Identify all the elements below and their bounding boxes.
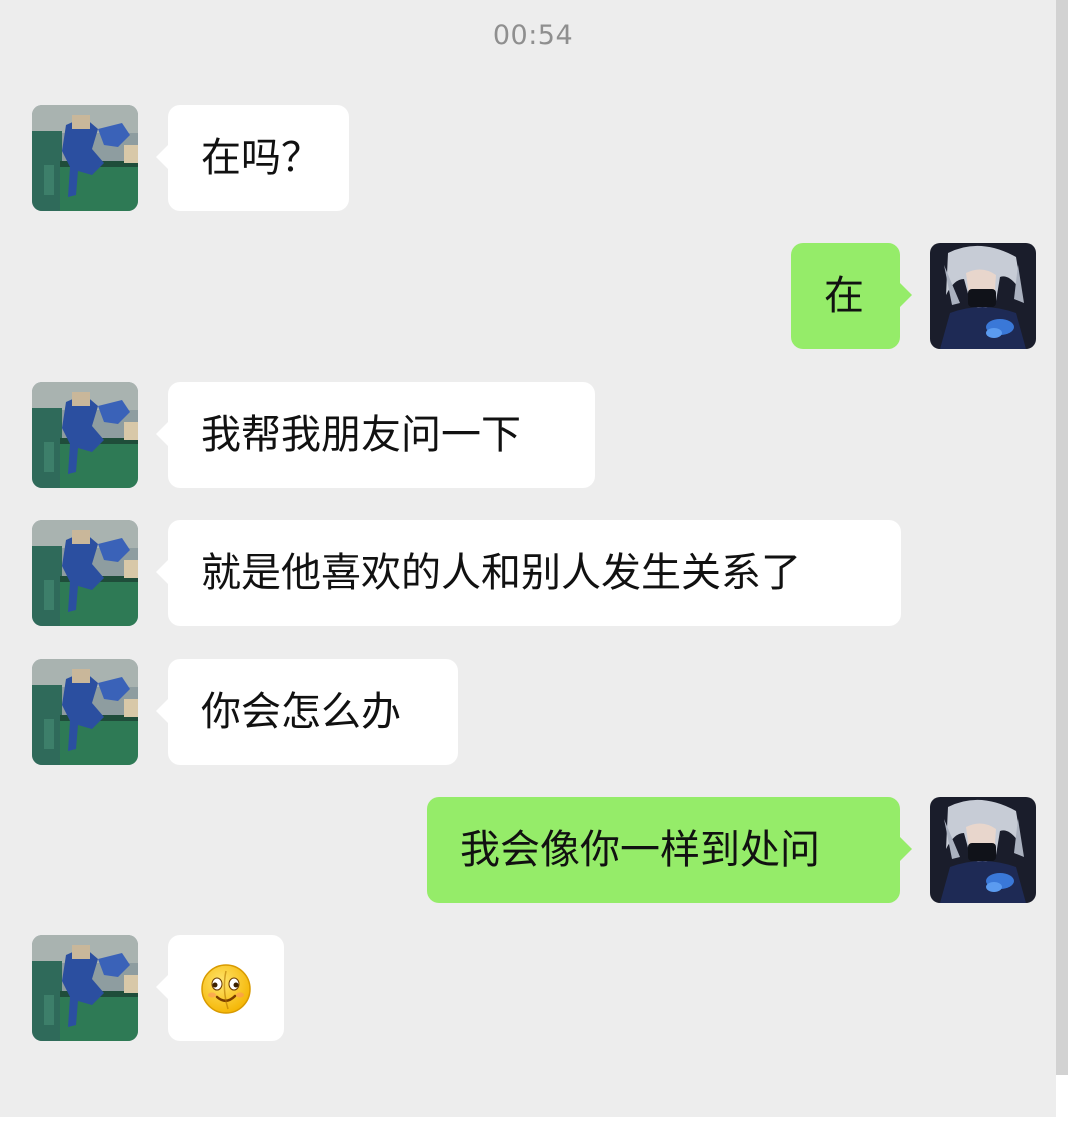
friend-avatar-image xyxy=(32,935,138,1041)
message-text: 我帮我朋友问一下 xyxy=(201,412,521,458)
message-text: 在 xyxy=(824,273,864,319)
chat-area[interactable]: 00:54 在吗？ 在 我帮我朋友问一下 就是他喜欢的人和别人发生关系了 你会怎… xyxy=(0,0,1056,1117)
my-avatar[interactable] xyxy=(930,797,1036,903)
friend-avatar[interactable] xyxy=(32,659,138,765)
message-text: 你会怎么办 xyxy=(201,689,401,735)
friend-avatar[interactable] xyxy=(32,105,138,211)
friend-avatar-image xyxy=(32,520,138,626)
timestamp: 00:54 xyxy=(492,20,574,51)
message-text: 我会像你一样到处问 xyxy=(460,827,820,873)
scrollbar[interactable] xyxy=(1056,0,1068,1075)
outgoing-message-bubble[interactable]: 在 xyxy=(791,243,912,349)
friend-avatar[interactable] xyxy=(32,935,138,1041)
message-text: 在吗？ xyxy=(201,135,321,181)
friend-avatar[interactable] xyxy=(32,520,138,626)
my-avatar-image xyxy=(930,243,1036,349)
message-text: 就是他喜欢的人和别人发生关系了 xyxy=(201,550,801,596)
friend-avatar-image xyxy=(32,659,138,765)
friend-avatar-image xyxy=(32,105,138,211)
smirk-face-emoji-icon xyxy=(201,964,251,1014)
outgoing-message-bubble[interactable]: 我会像你一样到处问 xyxy=(427,797,912,903)
friend-avatar[interactable] xyxy=(32,382,138,488)
friend-avatar-image xyxy=(32,382,138,488)
my-avatar-image xyxy=(930,797,1036,903)
incoming-message-bubble[interactable]: 就是他喜欢的人和别人发生关系了 xyxy=(156,520,901,626)
incoming-emoji-bubble[interactable] xyxy=(156,935,284,1041)
my-avatar[interactable] xyxy=(930,243,1036,349)
incoming-message-bubble[interactable]: 你会怎么办 xyxy=(156,659,458,765)
incoming-message-bubble[interactable]: 我帮我朋友问一下 xyxy=(156,382,595,488)
incoming-message-bubble[interactable]: 在吗？ xyxy=(156,105,349,211)
